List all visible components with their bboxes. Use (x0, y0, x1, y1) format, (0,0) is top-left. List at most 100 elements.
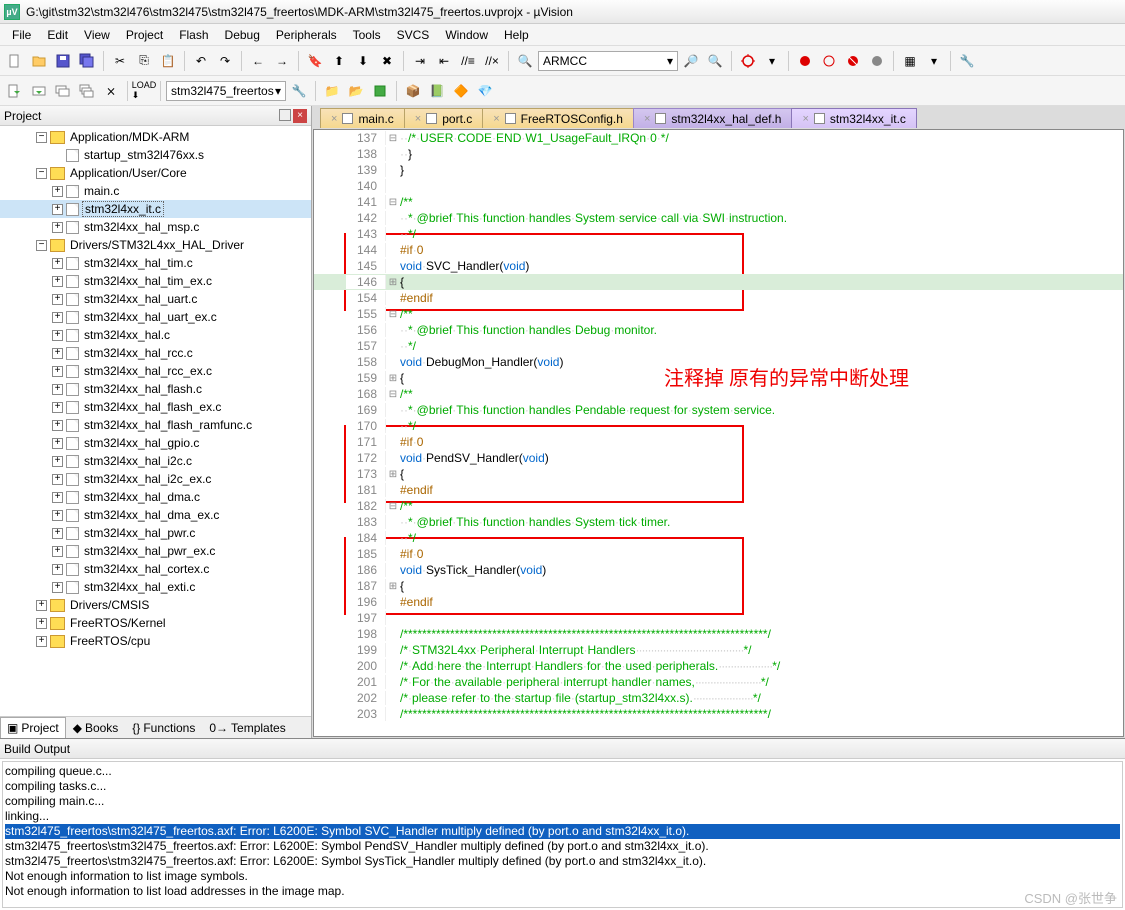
tree-node[interactable]: +stm32l4xx_hal_exti.c (0, 578, 311, 596)
tree-node[interactable]: +stm32l4xx_hal_dma_ex.c (0, 506, 311, 524)
save-button[interactable] (52, 50, 74, 72)
close-tab-icon[interactable]: × (493, 113, 499, 125)
code-line[interactable]: 172void·PendSV_Handler(void) (314, 450, 1123, 466)
tree-node[interactable]: +stm32l4xx_hal_gpio.c (0, 434, 311, 452)
code-line[interactable]: 154#endif (314, 290, 1123, 306)
fold-icon[interactable]: ⊟ (386, 197, 400, 208)
code-line[interactable]: 200/*·Add·here·the·Interrupt·Handlers·fo… (314, 658, 1123, 674)
tree-node[interactable]: +stm32l4xx_hal_i2c_ex.c (0, 470, 311, 488)
tree-node[interactable]: +stm32l4xx_hal_uart.c (0, 290, 311, 308)
translate-button[interactable] (4, 80, 26, 102)
fold-icon[interactable]: ⊟ (386, 501, 400, 512)
code-line[interactable]: 170··*/ (314, 418, 1123, 434)
expand-icon[interactable]: + (52, 276, 63, 287)
code-line[interactable]: 185#if·0 (314, 546, 1123, 562)
tree-node[interactable]: +FreeRTOS/Kernel (0, 614, 311, 632)
bookmark-clear-button[interactable]: ✖ (376, 50, 398, 72)
debug-dropdown[interactable]: ▾ (761, 50, 783, 72)
expand-icon[interactable]: + (52, 492, 63, 503)
find-in-files-button[interactable]: 🔎 (680, 50, 702, 72)
menu-svcs[interactable]: SVCS (389, 26, 438, 44)
expand-icon[interactable]: + (52, 294, 63, 305)
fold-icon[interactable]: ⊟ (386, 309, 400, 320)
editor-tab[interactable]: ×FreeRTOSConfig.h (482, 108, 634, 128)
code-line[interactable]: 187⊞{ (314, 578, 1123, 594)
expand-icon[interactable]: + (52, 222, 63, 233)
indent-button[interactable]: ⇥ (409, 50, 431, 72)
tab-books[interactable]: ◆ Books (66, 717, 126, 738)
manage-project-button[interactable]: 📁 (321, 80, 343, 102)
nav-back-button[interactable]: ← (247, 50, 269, 72)
close-tab-icon[interactable]: × (802, 113, 808, 125)
expand-icon[interactable]: + (36, 600, 47, 611)
tab-functions[interactable]: {} Functions (125, 717, 202, 738)
code-line[interactable]: 156··*·@brief·This·function·handles·Debu… (314, 322, 1123, 338)
new-file-button[interactable] (4, 50, 26, 72)
close-tab-icon[interactable]: × (644, 113, 650, 125)
build-line[interactable]: stm32l475_freertos\stm32l475_freertos.ax… (5, 824, 1120, 839)
manage-multi-button[interactable]: 📂 (345, 80, 367, 102)
expand-icon[interactable]: + (52, 564, 63, 575)
code-line[interactable]: 146⊞{ (314, 274, 1123, 290)
tree-node[interactable]: +stm32l4xx_hal_rcc_ex.c (0, 362, 311, 380)
expand-icon[interactable]: − (36, 240, 47, 251)
project-tree[interactable]: −Application/MDK-ARMstartup_stm32l476xx.… (0, 126, 311, 716)
build-button[interactable] (28, 80, 50, 102)
tab-templates[interactable]: 0→ Templates (202, 717, 292, 738)
editor-tab[interactable]: ×stm32l4xx_hal_def.h (633, 108, 793, 128)
expand-icon[interactable]: + (52, 582, 63, 593)
code-line[interactable]: 159⊞{ (314, 370, 1123, 386)
code-line[interactable]: 198/************************************… (314, 626, 1123, 642)
expand-icon[interactable]: + (52, 366, 63, 377)
fold-icon[interactable]: ⊞ (386, 469, 400, 480)
expand-icon[interactable]: + (52, 186, 63, 197)
expand-icon[interactable]: + (52, 438, 63, 449)
code-line[interactable]: 199/*·STM32L4xx·Peripheral·Interrupt·Han… (314, 642, 1123, 658)
tree-node[interactable]: +stm32l4xx_hal_dma.c (0, 488, 311, 506)
tree-node[interactable]: +stm32l4xx_hal.c (0, 326, 311, 344)
build-line[interactable]: stm32l475_freertos\stm32l475_freertos.ax… (5, 854, 1120, 869)
tree-node[interactable]: +stm32l4xx_hal_tim.c (0, 254, 311, 272)
cut-button[interactable]: ✂ (109, 50, 131, 72)
tree-node[interactable]: +stm32l4xx_hal_flash_ramfunc.c (0, 416, 311, 434)
tree-node[interactable]: +stm32l4xx_hal_cortex.c (0, 560, 311, 578)
open-button[interactable] (28, 50, 50, 72)
menu-project[interactable]: Project (118, 26, 171, 44)
editor-tab[interactable]: ×port.c (404, 108, 483, 128)
expand-icon[interactable]: + (52, 420, 63, 431)
code-line[interactable]: 145void·SVC_Handler(void) (314, 258, 1123, 274)
code-line[interactable]: 203/************************************… (314, 706, 1123, 722)
code-line[interactable]: 157··*/ (314, 338, 1123, 354)
uncomment-button[interactable]: //× (481, 50, 503, 72)
rebuild-button[interactable] (52, 80, 74, 102)
menu-flash[interactable]: Flash (171, 26, 216, 44)
code-line[interactable]: 143··*/ (314, 226, 1123, 242)
editor-tab[interactable]: ×main.c (320, 108, 405, 128)
fold-icon[interactable]: ⊞ (386, 373, 400, 384)
bookmark-button[interactable]: 🔖 (304, 50, 326, 72)
code-line[interactable]: 168⊟/** (314, 386, 1123, 402)
menu-view[interactable]: View (76, 26, 118, 44)
code-line[interactable]: 182⊟/** (314, 498, 1123, 514)
expand-icon[interactable]: − (36, 168, 47, 179)
manage-rte-button[interactable] (369, 80, 391, 102)
tree-node[interactable]: +stm32l4xx_hal_msp.c (0, 218, 311, 236)
tree-node[interactable]: +Drivers/CMSIS (0, 596, 311, 614)
code-line[interactable]: 183··*·@brief·This·function·handles·Syst… (314, 514, 1123, 530)
debug-start-button[interactable] (737, 50, 759, 72)
expand-icon[interactable]: + (52, 510, 63, 521)
code-line[interactable]: 169··*·@brief·This·function·handles·Pend… (314, 402, 1123, 418)
tree-node[interactable]: +stm32l4xx_hal_tim_ex.c (0, 272, 311, 290)
tree-node[interactable]: +stm32l4xx_hal_flash.c (0, 380, 311, 398)
breakpoint-disable-button[interactable] (818, 50, 840, 72)
tree-node[interactable]: +stm32l4xx_hal_rcc.c (0, 344, 311, 362)
download-button[interactable]: LOAD⬇ (133, 80, 155, 102)
configure-button[interactable]: 🔧 (956, 50, 978, 72)
tree-node[interactable]: +stm32l4xx_hal_pwr.c (0, 524, 311, 542)
layout-dropdown[interactable]: ▾ (923, 50, 945, 72)
build-line[interactable]: Not enough information to list load addr… (5, 884, 1120, 899)
find-button[interactable]: 🔍 (514, 50, 536, 72)
code-line[interactable]: 197 (314, 610, 1123, 626)
expand-icon[interactable]: − (36, 132, 47, 143)
menu-tools[interactable]: Tools (345, 26, 389, 44)
